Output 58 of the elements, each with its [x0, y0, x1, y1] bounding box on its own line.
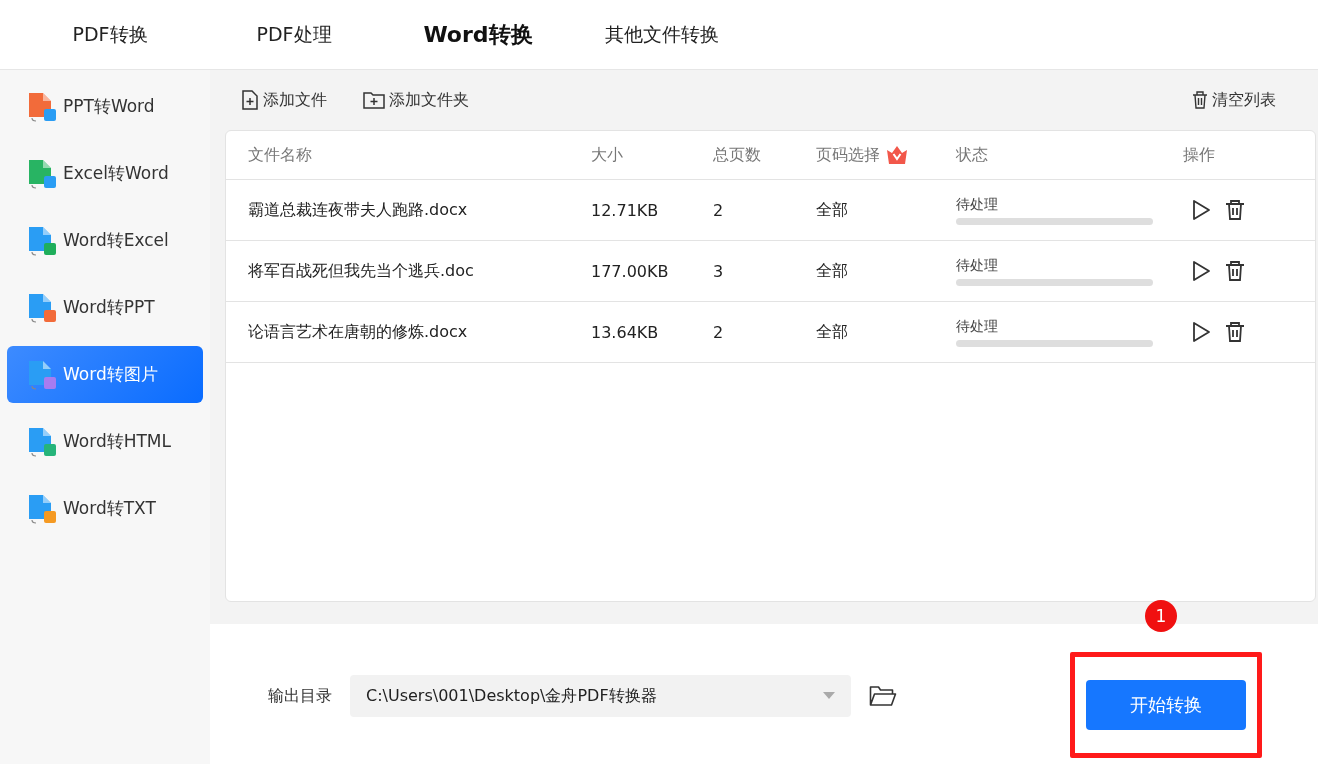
sidebar-item[interactable]: Word转HTML — [7, 413, 203, 470]
folder-plus-icon — [363, 91, 385, 109]
sidebar-item[interactable]: Word转Excel — [7, 212, 203, 269]
file-name-cell-text: 将军百战死但我先当个逃兵.doc — [247, 260, 475, 282]
browse-folder-button[interactable] — [869, 685, 897, 707]
caret-icon — [823, 692, 835, 700]
column-header: 页码选择 — [816, 144, 880, 166]
page-range-cell-text: 全部 — [816, 321, 849, 343]
play-button[interactable] — [1191, 260, 1211, 282]
column-header: 状态 — [956, 144, 989, 166]
tab[interactable]: Word转换 — [386, 14, 570, 55]
pages-cell-text: 3 — [713, 261, 725, 281]
trash-icon — [1225, 260, 1245, 282]
play-button[interactable] — [1191, 199, 1211, 221]
sidebar-item[interactable]: Excel转Word — [7, 145, 203, 202]
file-name-cell-text: 论语言艺术在唐朝的修炼.docx — [247, 321, 469, 343]
page-range-cell-text: 全部 — [816, 260, 849, 282]
delete-button[interactable] — [1225, 321, 1245, 343]
file-name-cell-text: 霸道总裁连夜带夫人跑路.docx — [247, 199, 469, 221]
play-icon — [1191, 260, 1211, 282]
tab[interactable]: 其他文件转换 — [570, 14, 754, 55]
column-header: 大小 — [591, 144, 624, 166]
trash-icon — [1225, 199, 1245, 221]
status-text: 待处理 — [956, 317, 999, 336]
size-cell-text: 177.00KB — [591, 261, 670, 281]
pages-cell-text: 2 — [713, 322, 725, 342]
add-file-button[interactable]: 添加文件 — [241, 89, 327, 111]
step-number-badge: 1 — [1145, 600, 1177, 632]
folder-icon — [869, 685, 897, 707]
tab[interactable]: PDF处理 — [202, 14, 386, 55]
clear-list-button[interactable]: 清空列表 — [1192, 89, 1276, 111]
delete-button[interactable] — [1225, 260, 1245, 282]
sidebar-item[interactable]: Word转TXT — [7, 480, 203, 537]
output-path-dropdown[interactable]: C:\Users\001\Desktop\金舟PDF转换器 — [350, 675, 851, 717]
sidebar-item[interactable]: Word转图片 — [7, 346, 203, 403]
status-text: 待处理 — [956, 195, 999, 214]
play-button[interactable] — [1191, 321, 1211, 343]
trash-icon — [1192, 91, 1208, 109]
sidebar-item[interactable]: Word转PPT — [7, 279, 203, 336]
size-cell-text: 13.64KB — [591, 322, 660, 342]
page-range-cell-text: 全部 — [816, 199, 849, 221]
size-cell-text: 12.71KB — [591, 200, 660, 220]
pages-cell-text: 2 — [713, 200, 725, 220]
trash-icon — [1225, 321, 1245, 343]
sidebar-item[interactable]: PPT转Word — [7, 78, 203, 135]
column-header: 总页数 — [713, 144, 762, 166]
output-label: 输出目录 — [268, 685, 332, 707]
tab[interactable]: PDF转换 — [18, 14, 202, 55]
delete-button[interactable] — [1225, 199, 1245, 221]
column-header: 文件名称 — [247, 144, 313, 166]
crown-icon — [886, 145, 908, 165]
column-header: 操作 — [1183, 144, 1216, 166]
file-plus-icon — [241, 90, 259, 110]
play-icon — [1191, 199, 1211, 221]
status-text: 待处理 — [956, 256, 999, 275]
add-folder-button[interactable]: 添加文件夹 — [363, 89, 469, 111]
play-icon — [1191, 321, 1211, 343]
start-convert-button[interactable]: 开始转换 — [1086, 680, 1246, 730]
